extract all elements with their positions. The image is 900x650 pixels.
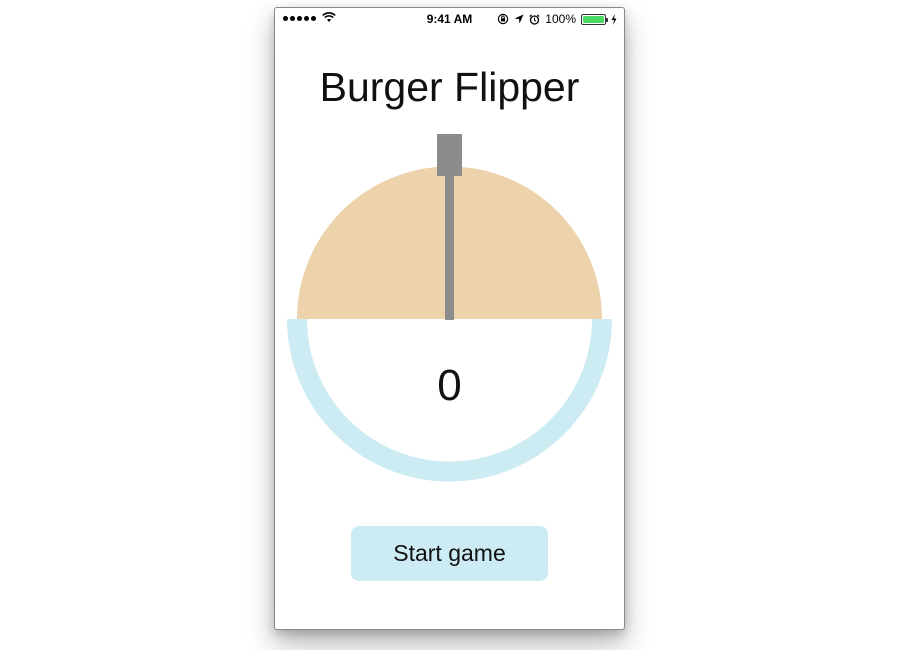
phone-frame: 9:41 AM 100% Burger Flipper 0 Start game [274, 7, 625, 630]
spatula-blade[interactable] [445, 174, 454, 320]
screen: 9:41 AM 100% Burger Flipper 0 Start game [0, 0, 900, 650]
start-game-button[interactable]: Start game [351, 526, 548, 581]
spatula-handle[interactable] [437, 134, 462, 176]
score-display: 0 [437, 361, 462, 410]
